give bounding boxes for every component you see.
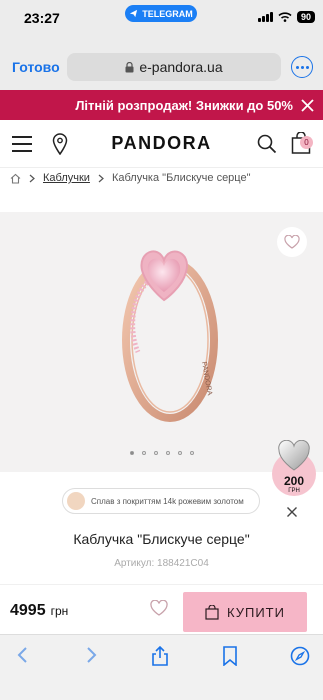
signal-icon — [257, 12, 273, 22]
breadcrumb-current: Каблучка "Блискуче серце" — [111, 172, 251, 184]
chevron-right-icon — [29, 174, 35, 182]
telegram-pill[interactable]: TELEGRAM — [125, 5, 197, 22]
buy-button[interactable]: КУПИТИ — [183, 592, 307, 632]
close-icon[interactable] — [286, 506, 298, 518]
product-gallery[interactable]: PANDORA — [0, 212, 323, 472]
buy-bar: 4995 грн КУПИТИ — [0, 584, 323, 634]
gallery-dot[interactable] — [177, 451, 182, 455]
buy-label: КУПИТИ — [227, 604, 285, 620]
close-icon[interactable] — [300, 98, 315, 113]
forward-icon[interactable] — [84, 646, 98, 664]
gallery-dot[interactable] — [141, 451, 146, 455]
more-icon[interactable] — [291, 56, 313, 78]
gallery-dot[interactable] — [189, 451, 194, 455]
page: 23:27 TELEGRAM 90 Готово e-pandora.ua Лі… — [0, 0, 323, 700]
gallery-dot[interactable] — [129, 451, 134, 455]
status-bar: 23:27 TELEGRAM 90 — [0, 0, 323, 40]
wishlist-button[interactable] — [277, 227, 307, 257]
material-option[interactable]: Сплав з покриттям 14k рожевим золотом — [62, 488, 260, 514]
material-label: Сплав з покриттям 14k рожевим золотом — [91, 496, 244, 506]
points-currency: ГРН — [288, 488, 300, 494]
status-time: 23:27 — [24, 10, 60, 26]
telegram-label: TELEGRAM — [142, 8, 193, 19]
heart-icon[interactable] — [150, 600, 168, 616]
browser-toolbar — [0, 634, 323, 700]
telegram-icon — [130, 9, 138, 18]
bookmarks-icon[interactable] — [222, 646, 238, 666]
promo-text: Літній розпродаж! Знижки до 50% — [75, 97, 293, 113]
promo-banner[interactable]: Літній розпродаж! Знижки до 50% — [0, 90, 323, 120]
url-bar[interactable]: e-pandora.ua — [67, 53, 281, 81]
price-currency: грн — [50, 604, 69, 618]
ring-image: PANDORA — [122, 250, 218, 422]
compass-icon[interactable] — [290, 646, 310, 666]
lock-icon — [125, 61, 134, 72]
chevron-right-icon — [98, 174, 104, 182]
product-price: 4995 грн — [10, 602, 68, 620]
heart-icon — [284, 235, 300, 249]
bag-icon — [205, 604, 219, 620]
battery-indicator: 90 — [296, 11, 315, 23]
url-text: e-pandora.ua — [139, 59, 223, 75]
product-sku: Артикул: 188421C04 — [114, 558, 209, 569]
price-value: 4995 — [10, 602, 46, 619]
search-icon[interactable] — [257, 134, 277, 154]
site-header: PANDORA 0 — [0, 120, 323, 168]
gallery-dot[interactable] — [165, 451, 170, 455]
heart-icon — [278, 440, 310, 471]
material-swatch — [67, 492, 85, 510]
browser-bar: Готово e-pandora.ua — [0, 40, 323, 90]
gallery-dots[interactable] — [0, 451, 323, 455]
share-icon[interactable] — [151, 646, 169, 666]
cart-count-badge: 0 — [300, 136, 313, 149]
home-icon[interactable] — [10, 173, 21, 184]
points-value: 200 — [283, 474, 305, 488]
back-icon[interactable] — [16, 646, 30, 664]
breadcrumb: Каблучки Каблучка "Блискуче серце" — [10, 170, 251, 186]
gallery-dot[interactable] — [153, 451, 158, 455]
product-title: Каблучка "Блискуче серце" — [73, 531, 250, 547]
breadcrumb-category-link[interactable]: Каблучки — [43, 172, 90, 184]
status-icons: 90 — [257, 11, 315, 23]
done-button[interactable]: Готово — [12, 59, 60, 75]
wifi-icon — [278, 12, 292, 22]
